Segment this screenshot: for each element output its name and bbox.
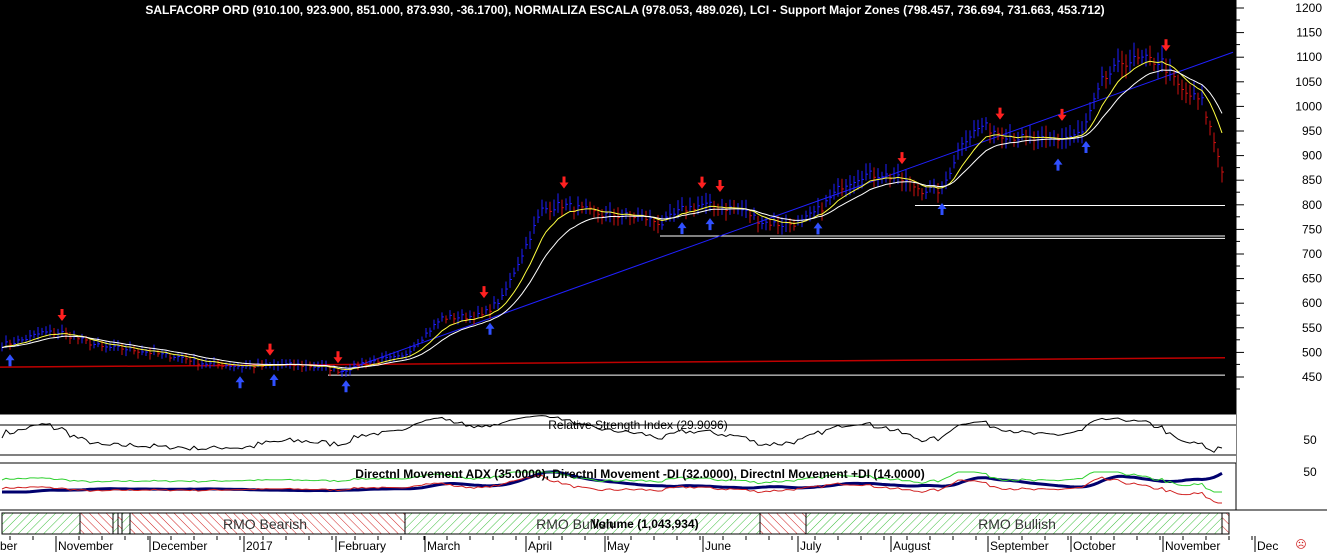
month-label: September	[990, 539, 1049, 553]
volume-label: Volume (1,043,934)	[591, 517, 698, 531]
y-tick-label: 1150	[1296, 26, 1322, 40]
y-tick-label: 600	[1302, 296, 1322, 310]
month-label: December	[152, 539, 207, 553]
y-tick-label: 1000	[1295, 99, 1322, 113]
y-tick-label: 850	[1302, 173, 1322, 187]
rmo-bullish-label-2: RMO Bullish	[978, 516, 1056, 532]
rmo-bearish-segment	[1221, 512, 1230, 535]
y-tick-label: 1050	[1295, 75, 1322, 89]
y-tick-label: 700	[1302, 247, 1322, 261]
rmo-bullish-segment	[1, 512, 81, 535]
month-label: June	[705, 539, 731, 553]
chart-svg: 1200 1150 1100 1050 1000 950 900 850 800 750 700 65…	[0, 0, 1327, 553]
dmi-tick-50: 50	[1303, 465, 1317, 479]
price-axis: 1200 1150 1100 1050 1000 950 900 850 800 750 700 65…	[1236, 1, 1322, 390]
y-tick-label: 950	[1302, 124, 1322, 138]
rsi-tick-50: 50	[1303, 433, 1317, 447]
month-label: October	[1073, 539, 1116, 553]
month-label: 2017	[246, 539, 273, 553]
month-label: March	[427, 539, 460, 553]
rmo-bearish-segment	[117, 512, 123, 535]
y-tick-label: 650	[1302, 272, 1322, 286]
chart-title: SALFACORP ORD (910.100, 923.900, 851.000…	[145, 3, 1104, 17]
rsi-label: Relative Strength Index (29.9096)	[548, 418, 727, 432]
month-label: February	[338, 539, 386, 553]
month-label: November	[58, 539, 113, 553]
rmo-bearish-segment	[79, 512, 114, 535]
stock-chart-window: 1200 1150 1100 1050 1000 950 900 850 800 750 700 65…	[0, 0, 1327, 553]
price-pane[interactable]	[0, 0, 1236, 413]
y-tick-label: 1200	[1295, 1, 1322, 15]
sad-face-icon[interactable]: ☹	[1295, 539, 1306, 551]
dmi-label: Directnl Movement ADX (35.0000), Directn…	[355, 467, 924, 481]
month-label: July	[800, 539, 821, 553]
y-tick-label: 1100	[1296, 50, 1322, 64]
month-label: August	[893, 539, 931, 553]
month-label: ber	[0, 539, 17, 553]
month-label: May	[607, 539, 630, 553]
month-label: Dec	[1257, 539, 1278, 553]
y-tick-label: 500	[1302, 345, 1322, 359]
rmo-bullish-segment	[112, 512, 119, 535]
rmo-bearish-label: RMO Bearish	[223, 516, 307, 532]
y-tick-label: 550	[1302, 321, 1322, 335]
rmo-bullish-segment	[121, 512, 131, 535]
month-label: November	[1165, 539, 1220, 553]
rmo-bearish-segment	[759, 512, 807, 535]
y-tick-label: 750	[1302, 222, 1322, 236]
y-tick-label: 900	[1302, 149, 1322, 163]
date-axis: ber November December 2017 February March Apri…	[0, 535, 1327, 553]
y-tick-label: 800	[1302, 198, 1322, 212]
y-tick-label: 450	[1302, 370, 1322, 384]
month-label: April	[528, 539, 552, 553]
